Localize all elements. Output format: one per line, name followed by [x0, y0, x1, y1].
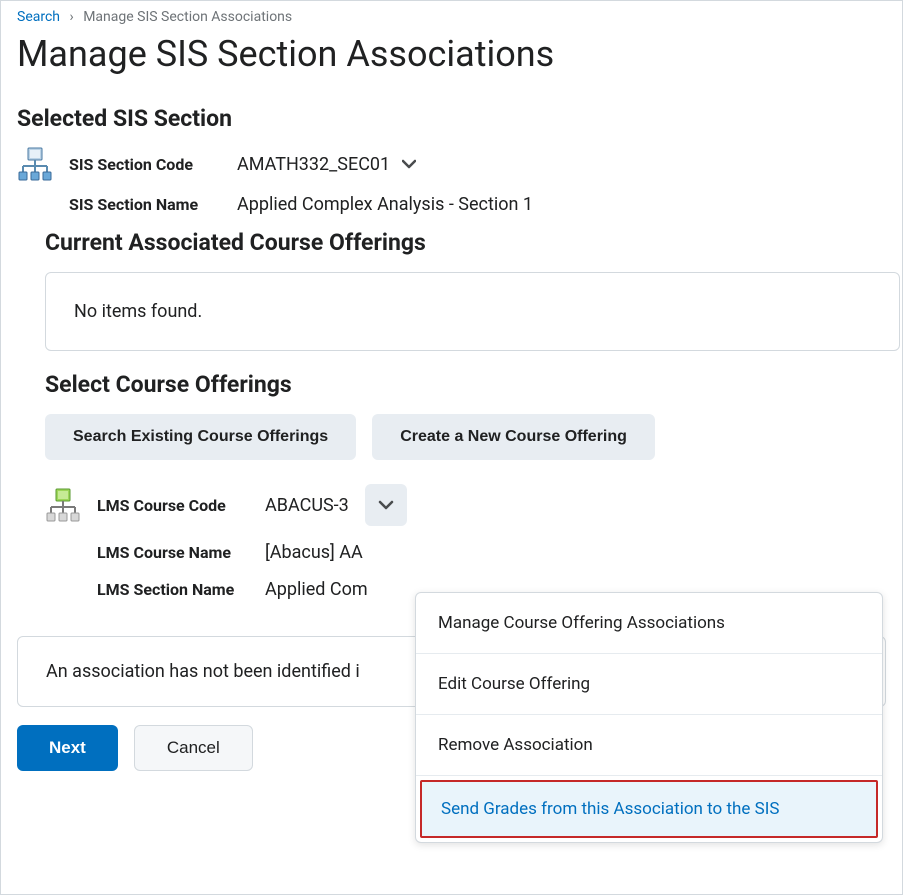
current-offerings-heading: Current Associated Course Offerings [1, 221, 902, 264]
lms-org-icon [45, 487, 81, 523]
lms-section-label: LMS Section Name [97, 580, 265, 599]
lms-code-value: ABACUS-3 [265, 495, 349, 516]
lms-code-row: LMS Course Code ABACUS-3 [45, 476, 902, 534]
lms-section-value: Applied Com [265, 579, 368, 600]
cancel-button[interactable]: Cancel [134, 725, 253, 771]
sis-code-value-container: AMATH332_SEC01 [237, 154, 416, 175]
sis-code-label: SIS Section Code [69, 155, 237, 174]
lms-code-label: LMS Course Code [97, 496, 265, 515]
lms-code-value-container: ABACUS-3 [265, 484, 407, 526]
next-button[interactable]: Next [17, 725, 118, 771]
page-title: Manage SIS Section Associations [1, 29, 902, 95]
chevron-down-icon [378, 500, 394, 510]
breadcrumb-separator: › [70, 9, 74, 25]
breadcrumb: Search › Manage SIS Section Associations [1, 1, 902, 29]
lms-name-label: LMS Course Name [97, 543, 265, 562]
dropdown-edit-offering[interactable]: Edit Course Offering [416, 654, 882, 715]
dropdown-manage-associations[interactable]: Manage Course Offering Associations [416, 593, 882, 654]
selected-sis-heading: Selected SIS Section [1, 95, 902, 140]
sis-name-value: Applied Complex Analysis - Section 1 [237, 194, 533, 215]
select-offerings-heading: Select Course Offerings [1, 363, 902, 406]
sis-name-label: SIS Section Name [69, 195, 237, 214]
create-offering-button[interactable]: Create a New Course Offering [372, 414, 655, 460]
lms-name-value: [Abacus] AA [265, 542, 363, 563]
sis-code-dropdown[interactable] [402, 157, 416, 171]
sis-code-row: SIS Section Code AMATH332_SEC01 [17, 140, 886, 188]
lms-name-row: LMS Course Name [Abacus] AA [45, 534, 902, 571]
empty-offerings-box: No items found. [45, 272, 900, 351]
sis-org-icon [17, 146, 53, 182]
search-offerings-button[interactable]: Search Existing Course Offerings [45, 414, 356, 460]
sis-name-row: SIS Section Name Applied Complex Analysi… [17, 188, 886, 221]
dropdown-remove-association[interactable]: Remove Association [416, 715, 882, 776]
lms-code-actions-button[interactable] [365, 484, 407, 526]
breadcrumb-current: Manage SIS Section Associations [83, 9, 292, 25]
sis-code-value: AMATH332_SEC01 [237, 154, 390, 175]
lms-actions-dropdown: Manage Course Offering Associations Edit… [415, 592, 883, 843]
offerings-button-row: Search Existing Course Offerings Create … [1, 406, 902, 476]
breadcrumb-search-link[interactable]: Search [17, 9, 60, 25]
dropdown-send-grades[interactable]: Send Grades from this Association to the… [420, 780, 878, 838]
